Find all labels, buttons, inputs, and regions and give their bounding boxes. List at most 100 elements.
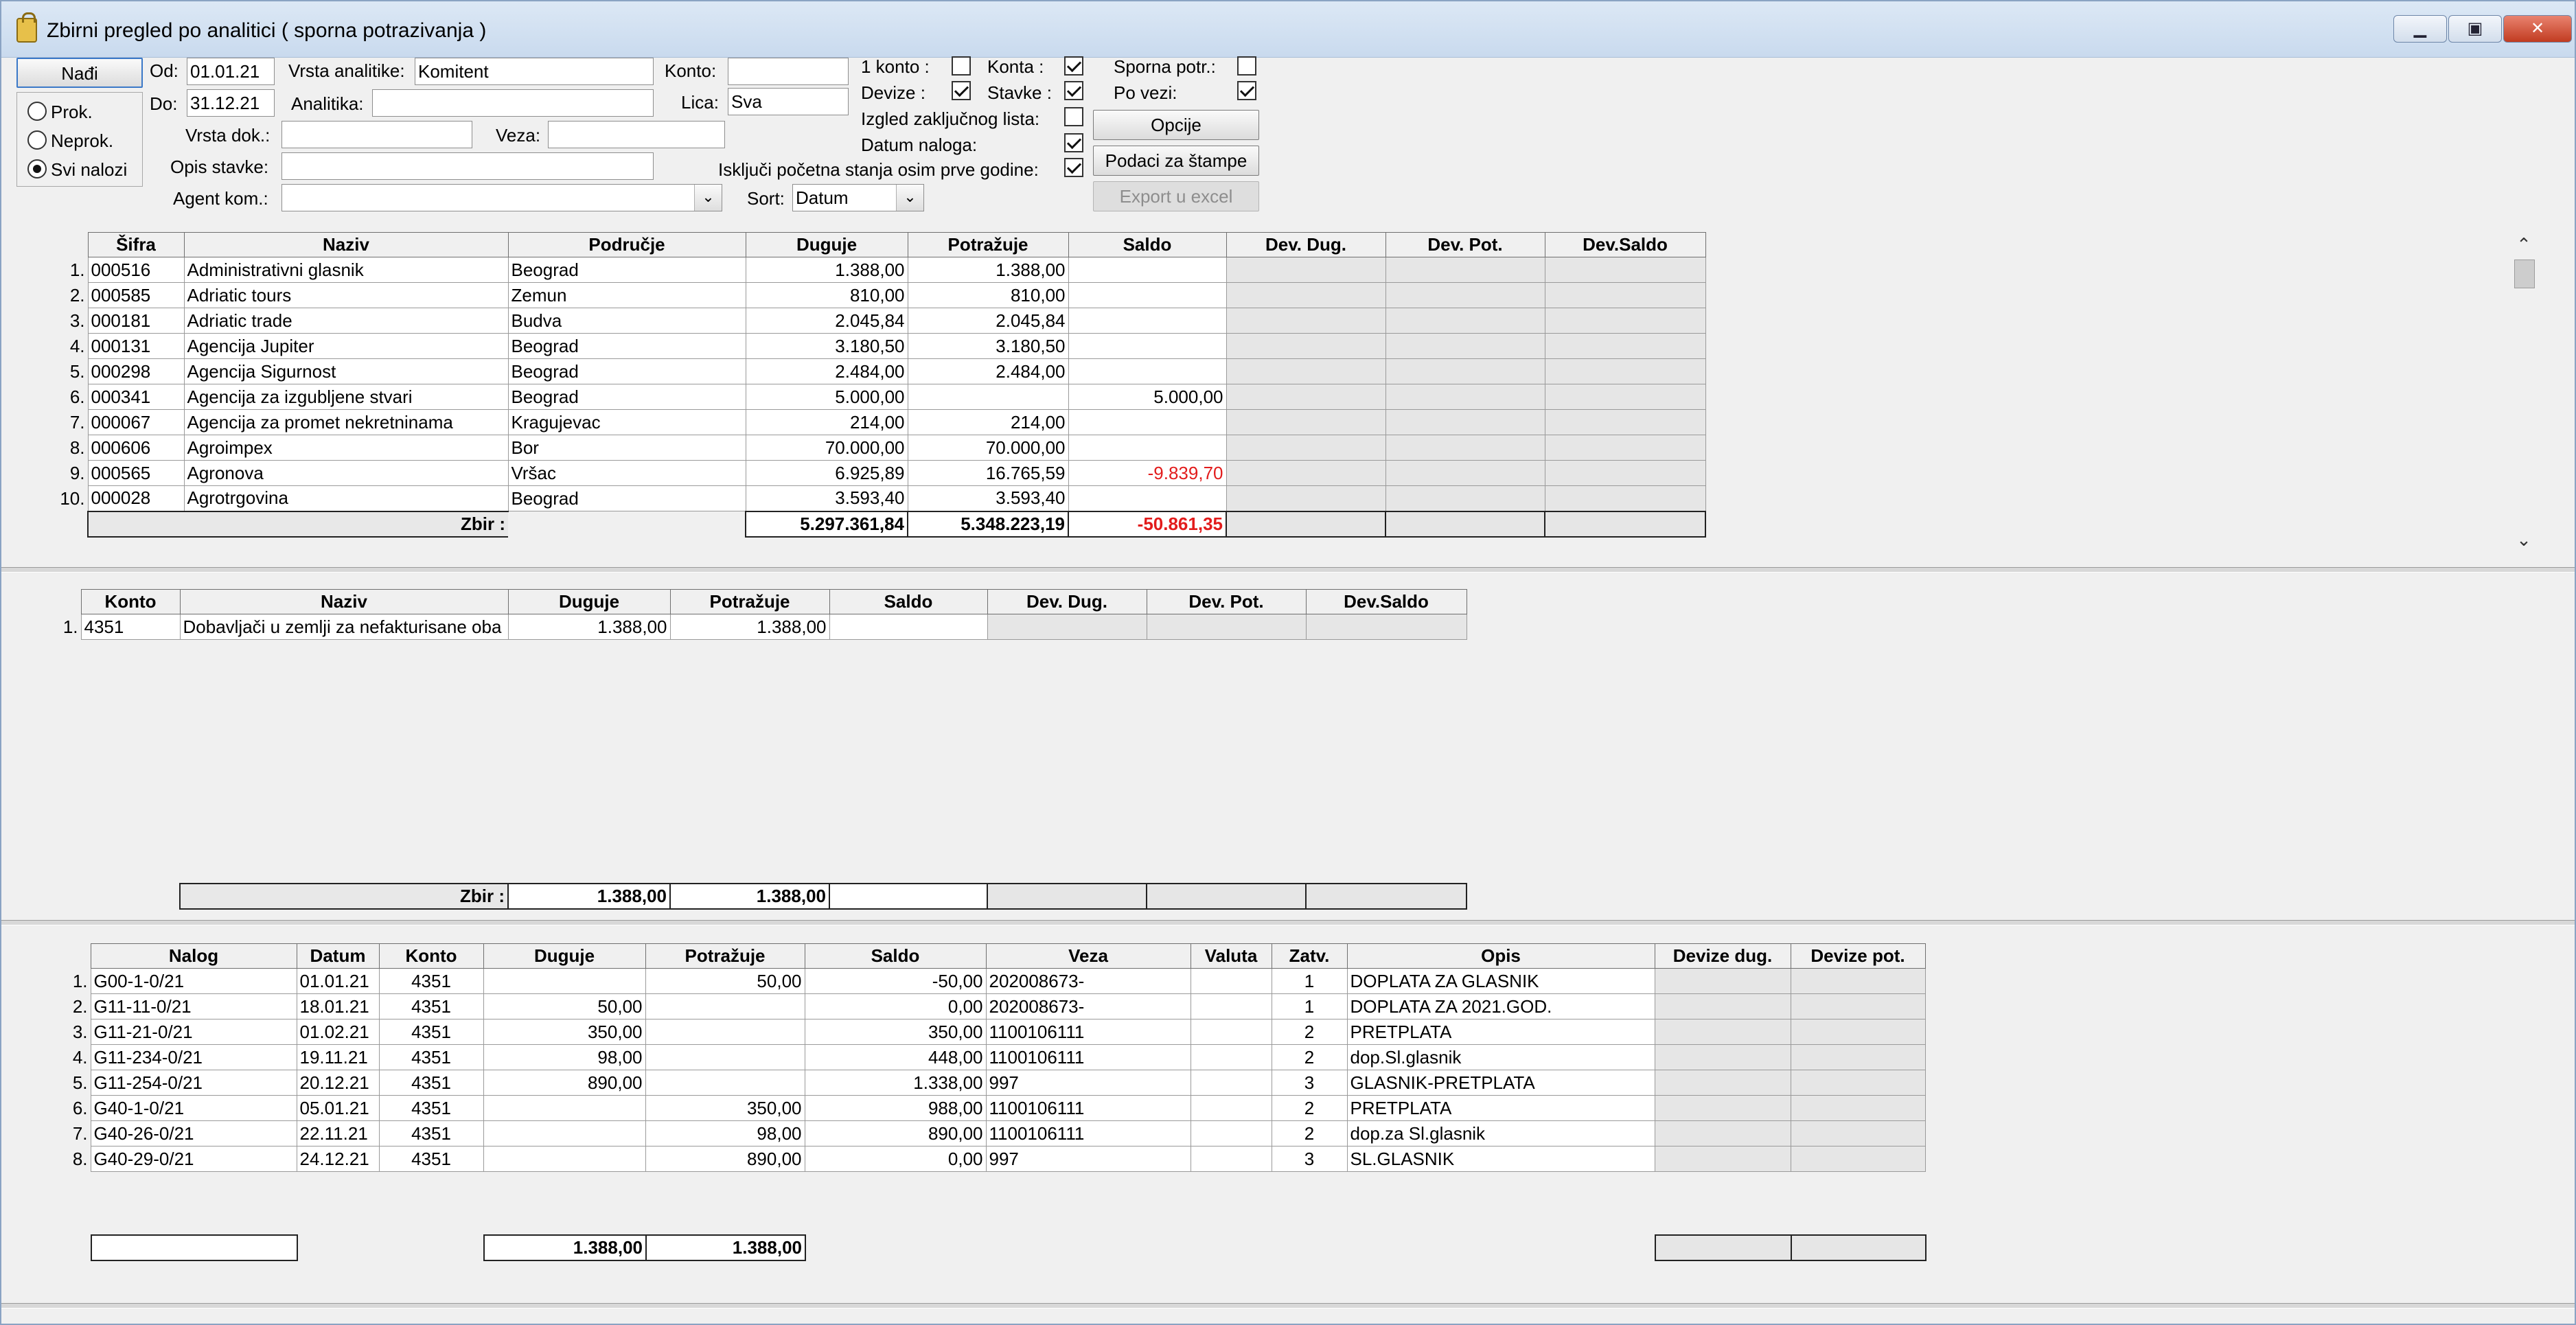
table-cell[interactable]: 000067 xyxy=(87,409,185,435)
table-cell[interactable]: Adriatic trade xyxy=(183,308,509,334)
table-cell[interactable] xyxy=(1068,435,1227,461)
col-potrazuje[interactable]: Potražuje xyxy=(645,943,805,969)
table-cell[interactable]: 1.338,00 xyxy=(804,1070,987,1096)
table-cell[interactable]: Dobavljači u zemlji za nefakturisane oba xyxy=(179,614,509,640)
table-cell[interactable]: 000181 xyxy=(87,308,185,334)
radio-neprok[interactable] xyxy=(27,130,47,150)
col-dev-pot[interactable]: Dev. Pot. xyxy=(1146,589,1307,614)
table-cell[interactable] xyxy=(1226,384,1386,410)
table-cell[interactable]: 000585 xyxy=(87,282,185,308)
pane-splitter-2[interactable] xyxy=(1,920,2575,925)
table-cell[interactable] xyxy=(1226,435,1386,461)
col-saldo[interactable]: Saldo xyxy=(804,943,987,969)
table-cell[interactable]: Agencija Jupiter xyxy=(183,333,509,359)
minimize-button[interactable]: ▁ xyxy=(2393,15,2447,43)
col-datum[interactable]: Datum xyxy=(296,943,380,969)
col-devize-pot[interactable]: Devize pot. xyxy=(1790,943,1926,969)
table-cell[interactable]: Kragujevac xyxy=(507,409,746,435)
table-cell[interactable] xyxy=(1385,384,1545,410)
table-cell[interactable] xyxy=(645,993,805,1019)
table-cell[interactable]: G40-1-0/21 xyxy=(90,1095,297,1121)
table-cell[interactable]: G11-11-0/21 xyxy=(90,993,297,1019)
opcije-button[interactable]: Opcije xyxy=(1093,110,1259,140)
table-cell[interactable] xyxy=(1385,333,1545,359)
table-row[interactable]: 5. G11-254-0/21 20.12.21 4351 890,00 1.338,00… xyxy=(22,1070,1926,1096)
table-cell[interactable] xyxy=(1226,333,1386,359)
table-cell[interactable] xyxy=(1654,968,1791,994)
table-cell[interactable]: Adriatic tours xyxy=(183,282,509,308)
table-cell[interactable] xyxy=(1654,993,1791,1019)
table-cell[interactable]: 890,00 xyxy=(483,1070,646,1096)
table-row[interactable]: 6. 000341 Agencija za izgubljene stvari Beo… xyxy=(22,384,1706,410)
table-row[interactable]: 6. G40-1-0/21 05.01.21 4351 350,00 988,00 1100… xyxy=(22,1095,1926,1121)
table-cell[interactable] xyxy=(1544,358,1706,384)
table-cell[interactable]: Beograd xyxy=(507,485,746,511)
table-cell[interactable] xyxy=(1385,460,1545,486)
table-cell[interactable] xyxy=(1068,485,1227,511)
table-cell[interactable] xyxy=(1385,409,1545,435)
table-cell[interactable] xyxy=(1068,333,1227,359)
table-cell[interactable] xyxy=(1790,1146,1926,1172)
table-cell[interactable]: 000606 xyxy=(87,435,185,461)
col-potrazuje[interactable]: Potražuje xyxy=(907,232,1069,257)
table-cell[interactable] xyxy=(483,1095,646,1121)
table-cell[interactable]: Bor xyxy=(507,435,746,461)
izgled-checkbox[interactable] xyxy=(1064,107,1083,126)
table-cell[interactable] xyxy=(1305,614,1467,640)
table-cell[interactable] xyxy=(907,384,1069,410)
col-zatv[interactable]: Zatv. xyxy=(1271,943,1348,969)
table-cell[interactable] xyxy=(1790,993,1926,1019)
table-cell[interactable] xyxy=(1068,409,1227,435)
table-cell[interactable]: 2 xyxy=(1271,1095,1348,1121)
table-cell[interactable]: 3 xyxy=(1271,1146,1348,1172)
table-cell[interactable]: 1 xyxy=(1271,993,1348,1019)
table-cell[interactable]: 3.593,40 xyxy=(745,485,908,511)
table-cell[interactable]: G40-26-0/21 xyxy=(90,1120,297,1147)
table-cell[interactable] xyxy=(1226,358,1386,384)
table-row[interactable]: 7. 000067 Agencija za promet nekretninama K… xyxy=(22,409,1706,435)
col-devize-dug[interactable]: Devize dug. xyxy=(1654,943,1791,969)
table-cell[interactable]: 1 xyxy=(1271,968,1348,994)
table-cell[interactable] xyxy=(1226,257,1386,283)
find-button[interactable]: Nađi xyxy=(16,58,143,88)
table-cell[interactable]: Agronova xyxy=(183,460,509,486)
table-row[interactable]: 5. 000298 Agencija Sigurnost Beograd 2.484,0… xyxy=(22,358,1706,384)
table-row[interactable]: 3. G11-21-0/21 01.02.21 4351 350,00 350,00 110… xyxy=(22,1019,1926,1045)
table-cell[interactable]: 16.765,59 xyxy=(907,460,1069,486)
table-cell[interactable]: 50,00 xyxy=(645,968,805,994)
table-cell[interactable]: 4351 xyxy=(80,614,181,640)
table-cell[interactable]: G00-1-0/21 xyxy=(90,968,297,994)
table-cell[interactable]: 000565 xyxy=(87,460,185,486)
table-cell[interactable] xyxy=(1544,282,1706,308)
table-cell[interactable] xyxy=(1068,308,1227,334)
table-cell[interactable]: Beograd xyxy=(507,333,746,359)
table-row[interactable]: 1. 000516 Administrativni glasnik Beograd 1.… xyxy=(22,257,1706,283)
table-cell[interactable]: 000298 xyxy=(87,358,185,384)
podaci-za-stampe-button[interactable]: Podaci za štampe xyxy=(1093,146,1259,176)
table-row[interactable]: 8. G40-29-0/21 24.12.21 4351 890,00 0,00 997 3 S… xyxy=(22,1146,1926,1172)
table-row[interactable]: 2. 000585 Adriatic tours Zemun 810,00 810,00 xyxy=(22,282,1706,308)
col-sifra[interactable]: Šifra xyxy=(87,232,185,257)
iskljuci-checkbox[interactable] xyxy=(1064,158,1083,177)
table-cell[interactable] xyxy=(1544,384,1706,410)
table-cell[interactable] xyxy=(1544,308,1706,334)
col-dev-pot[interactable]: Dev. Pot. xyxy=(1385,232,1545,257)
table-cell[interactable]: PRETPLATA xyxy=(1346,1095,1655,1121)
table-cell[interactable]: -9.839,70 xyxy=(1068,460,1227,486)
table-cell[interactable] xyxy=(1385,308,1545,334)
table-cell[interactable]: Beograd xyxy=(507,384,746,410)
col-dev-saldo[interactable]: Dev.Saldo xyxy=(1305,589,1467,614)
table-cell[interactable]: 000028 xyxy=(87,485,185,511)
table-cell[interactable] xyxy=(1190,1019,1272,1045)
table-row[interactable]: 10. 000028 Agrotrgovina Beograd 3.593,40 3.59… xyxy=(22,485,1706,511)
col-dev-dug[interactable]: Dev. Dug. xyxy=(987,589,1147,614)
konto-input[interactable] xyxy=(728,58,849,85)
table-cell[interactable]: Zemun xyxy=(507,282,746,308)
table-row[interactable]: 7. G40-26-0/21 22.11.21 4351 98,00 890,00 1100… xyxy=(22,1120,1926,1147)
table-cell[interactable] xyxy=(1544,257,1706,283)
table-cell[interactable]: 4351 xyxy=(378,1095,484,1121)
table-cell[interactable]: 1.388,00 xyxy=(745,257,908,283)
table-cell[interactable] xyxy=(1146,614,1307,640)
table-row[interactable]: 1. 4351 Dobavljači u zemlji za nefakturisa… xyxy=(22,614,1467,640)
table-cell[interactable] xyxy=(1226,485,1386,511)
